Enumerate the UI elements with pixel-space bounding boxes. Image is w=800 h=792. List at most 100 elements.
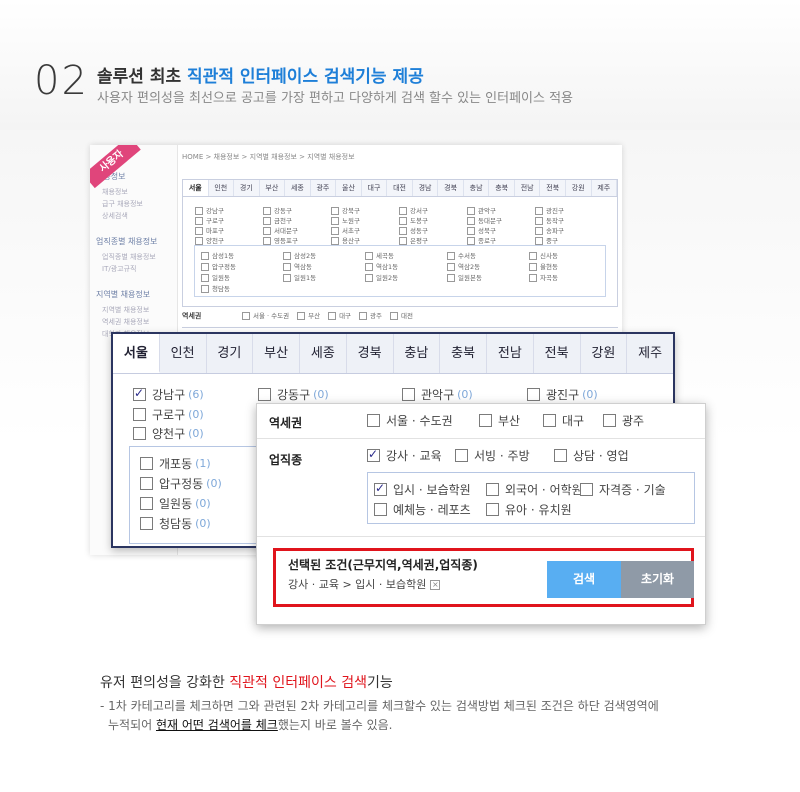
bg-region-tab: 세종 <box>285 180 311 196</box>
station-checkbox[interactable]: 광주 <box>603 412 644 429</box>
dong-checkbox[interactable]: 일원동 (0) <box>140 495 211 512</box>
bg-sidebar-head: 지역별 채용정보 <box>96 290 151 299</box>
region-tabs: 서울 인천 경기 부산 세종 경북 충남 충북 전남 전북 강원 제주 <box>113 334 673 374</box>
job-checkbox-serving[interactable]: 서빙 · 주방 <box>455 447 530 464</box>
station-checkbox[interactable]: 대구 <box>543 412 584 429</box>
job-checkbox-sales[interactable]: 상담 · 영업 <box>554 447 629 464</box>
bg-sidebar-head: 업직종별 채용정보 <box>96 237 158 246</box>
district-checkbox-gangnam[interactable]: 강남구(6) <box>133 386 204 403</box>
title-highlight: 직관적 인터페이스 검색기능 제공 <box>187 67 424 87</box>
region-tab[interactable]: 경북 <box>347 334 394 373</box>
dong-count: (0) <box>195 517 211 530</box>
search-button[interactable]: 검색 <box>547 561 621 598</box>
bg-district-item: 양천구 <box>195 235 224 245</box>
district-checkbox-yangcheon[interactable]: 양천구 (0) <box>133 425 204 442</box>
checkbox-icon <box>554 449 567 462</box>
bg-area-option: 대구 <box>328 312 351 320</box>
checkbox-icon <box>455 449 468 462</box>
checkbox-icon <box>486 503 499 516</box>
checkbox-icon <box>367 414 380 427</box>
bg-district-item: 서대문구 <box>263 225 298 235</box>
region-tab[interactable]: 세종 <box>300 334 347 373</box>
checkbox-icon <box>527 388 540 401</box>
station-checkbox[interactable]: 부산 <box>479 412 520 429</box>
district-checkbox-gwanak[interactable]: 관악구 (0) <box>402 386 473 403</box>
bg-dong-item: 역삼동 <box>283 261 312 271</box>
selected-conditions-value: 강사 · 교육 > 입시 · 보습학원 × <box>288 576 441 592</box>
region-tab[interactable]: 제주 <box>627 334 673 373</box>
bg-sidebar-item: 지역별 채용정보 <box>102 306 150 314</box>
feature-title-highlight: 직관적 인터페이스 검색 <box>229 675 367 691</box>
checkbox-icon <box>133 408 146 421</box>
checkbox-icon <box>402 388 415 401</box>
station-checkbox[interactable]: 서울 · 수도권 <box>367 412 453 429</box>
bg-dong-item: 수서동 <box>447 250 476 260</box>
district-count: (6) <box>188 388 204 401</box>
bg-district-item: 은평구 <box>399 235 428 245</box>
dong-checkbox[interactable]: 청담동 (0) <box>140 515 211 532</box>
job-sub-checkbox[interactable]: 외국어 · 어학원 <box>486 481 583 498</box>
job-option-label: 강사 · 교육 <box>386 449 442 463</box>
region-tab[interactable]: 충남 <box>394 334 441 373</box>
bg-area-options: 서울 · 수도권 부산 대구 광주 대전 <box>242 312 421 320</box>
bg-region-tab: 울산 <box>336 180 362 196</box>
job-sub-label: 예체능 · 레포츠 <box>393 503 471 517</box>
bg-region-tab: 제주 <box>592 180 618 196</box>
checkbox-icon <box>374 503 387 516</box>
district-count: (0) <box>188 408 204 421</box>
bg-dong-item: 세곡동 <box>365 250 394 260</box>
bg-dong-item: 압구정동 <box>201 261 236 271</box>
region-tab[interactable]: 부산 <box>253 334 300 373</box>
district-checkbox-gwangjin[interactable]: 광진구 (0) <box>527 386 598 403</box>
station-option-label: 대구 <box>562 414 585 428</box>
region-tab[interactable]: 인천 <box>160 334 207 373</box>
selected-condition-text: 강사 · 교육 > 입시 · 보습학원 <box>288 578 427 591</box>
dong-checkbox[interactable]: 개포동 (1) <box>140 455 211 472</box>
district-label: 광진구 <box>546 388 580 402</box>
checkbox-icon <box>140 477 153 490</box>
remove-condition-icon[interactable]: × <box>430 580 441 590</box>
bg-dong-item: 역삼2동 <box>447 261 480 271</box>
job-sub-checkbox[interactable]: 입시 · 보습학원 <box>374 481 471 498</box>
region-tab[interactable]: 전남 <box>487 334 534 373</box>
dong-checkbox[interactable]: 압구정동 (0) <box>140 475 222 492</box>
checkbox-icon <box>367 447 380 462</box>
district-checkbox-gangdong[interactable]: 강동구 (0) <box>258 386 329 403</box>
job-checkbox-teaching[interactable]: 강사 · 교육 <box>367 447 442 464</box>
checkbox-icon <box>140 517 153 530</box>
bg-area-row: 역세권 서울 · 수도권 부산 대구 광주 대전 <box>182 310 421 321</box>
bg-region-tab: 강원 <box>566 180 592 196</box>
bg-region-tab: 광주 <box>311 180 337 196</box>
region-tab[interactable]: 경기 <box>207 334 254 373</box>
bg-district-item: 강남구 <box>195 205 224 215</box>
selected-conditions-box: 선택된 조건(근무지역,역세권,업직종) 강사 · 교육 > 입시 · 보습학원… <box>273 548 694 607</box>
region-tab[interactable]: 강원 <box>581 334 628 373</box>
bg-region-tab: 충북 <box>489 180 515 196</box>
region-tab[interactable]: 전북 <box>534 334 581 373</box>
feature-title: 유저 편의성을 강화한 직관적 인터페이스 검색기능 <box>100 672 393 692</box>
bg-region-tab: 경남 <box>413 180 439 196</box>
feature-title-suffix: 기능 <box>366 675 393 691</box>
divider <box>257 536 705 537</box>
feature-desc-line: - 1차 카테고리를 체크하면 그와 관련된 2차 카테고리를 체크할수 있는 … <box>100 699 659 713</box>
district-checkbox-guro[interactable]: 구로구 (0) <box>133 406 204 423</box>
bg-district-item: 마포구 <box>195 225 224 235</box>
district-label: 구로구 <box>152 408 186 422</box>
region-tab[interactable]: 서울 <box>113 334 160 373</box>
checkbox-icon <box>133 386 146 401</box>
region-tab[interactable]: 충북 <box>440 334 487 373</box>
bg-district-item: 종로구 <box>467 235 496 245</box>
job-sub-checkbox[interactable]: 유아 · 유치원 <box>486 501 572 518</box>
job-option-label: 서빙 · 주방 <box>474 449 530 463</box>
station-option-label: 부산 <box>498 414 521 428</box>
job-sub-checkbox[interactable]: 예체능 · 레포츠 <box>374 501 471 518</box>
bg-district-item: 중구 <box>535 235 558 245</box>
bg-district-item: 강서구 <box>399 205 428 215</box>
bg-district-item: 광진구 <box>535 205 564 215</box>
bg-district-item: 송파구 <box>535 225 564 235</box>
bg-dong-grid: 삼성1동 압구정동 일원동 청담동 삼성2동 역삼동 일원1동 세곡동 역삼1동 일원2동 수서동 역… <box>194 245 606 297</box>
section-title: 솔루션 최초 직관적 인터페이스 검색기능 제공 <box>97 62 424 87</box>
reset-button[interactable]: 초기화 <box>621 561 694 598</box>
job-sub-checkbox[interactable]: 자격증 · 기술 <box>580 481 666 498</box>
bg-dong-item: 일원본동 <box>447 272 482 282</box>
